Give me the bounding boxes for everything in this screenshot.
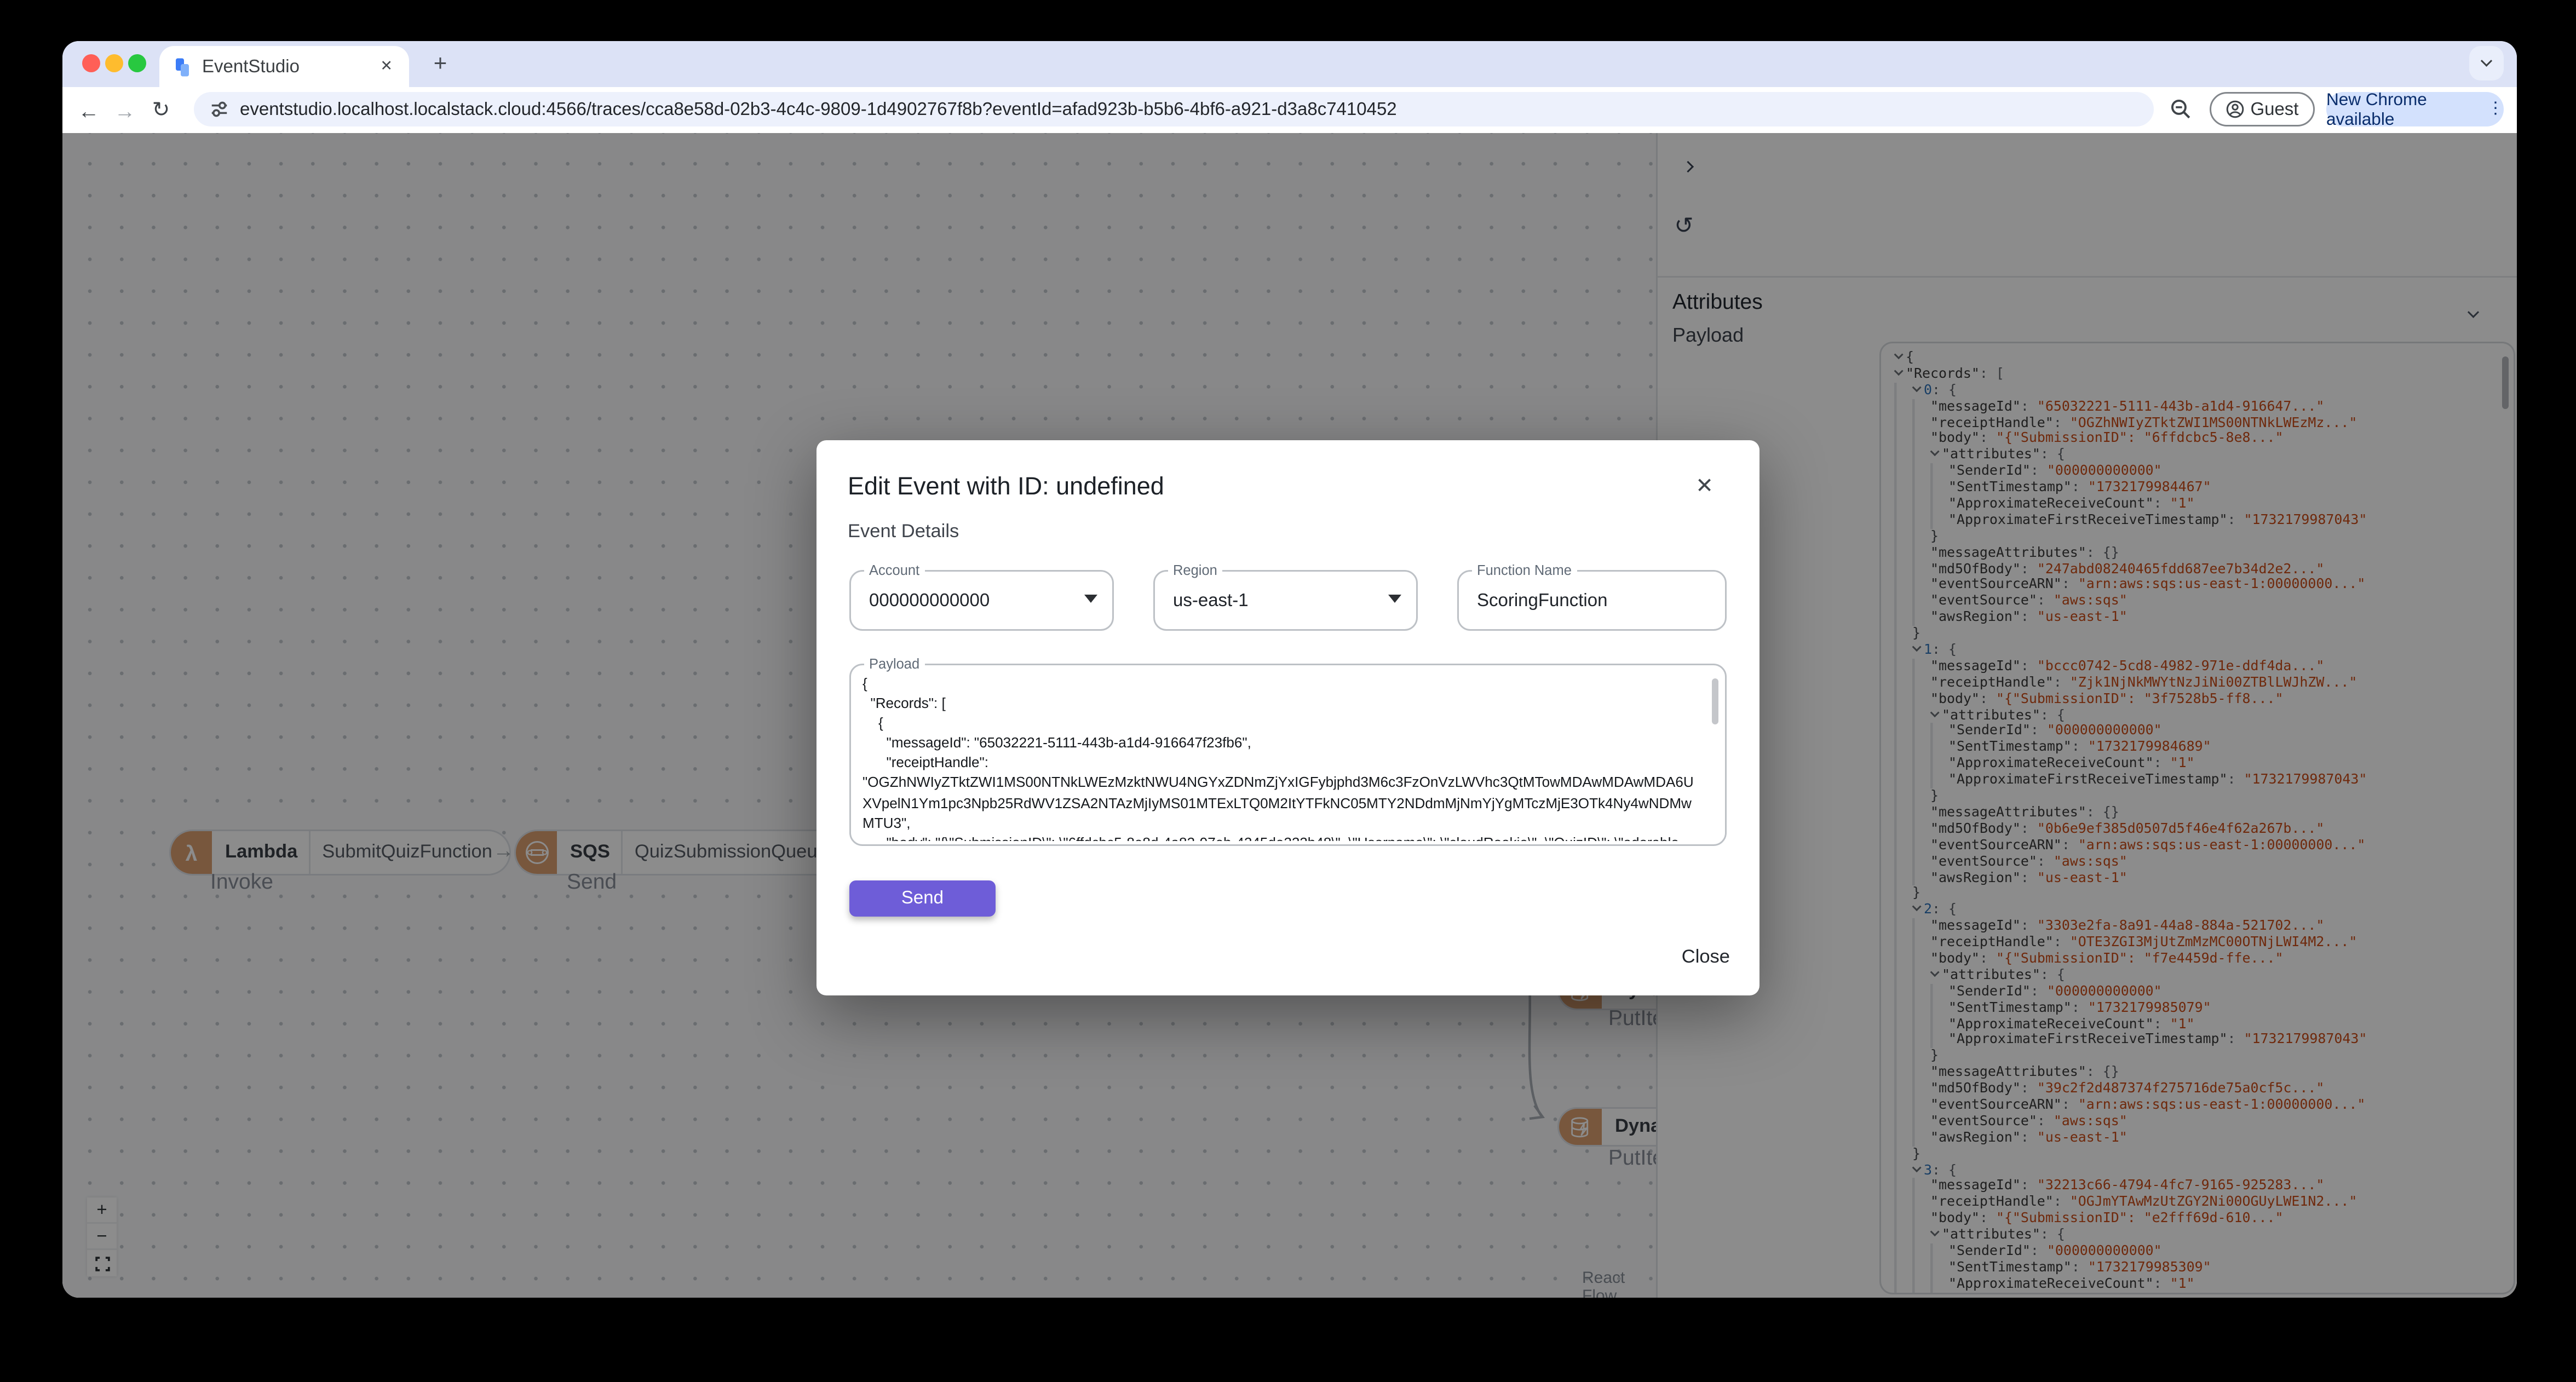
- modal-subtitle: Event Details: [848, 522, 959, 542]
- window-zoom-button[interactable]: [128, 54, 146, 72]
- region-value: us-east-1: [1173, 590, 1249, 611]
- account-value: 000000000000: [869, 590, 990, 611]
- eventstudio-favicon: [176, 57, 189, 76]
- account-select[interactable]: Account 000000000000: [849, 563, 1114, 631]
- payload-text[interactable]: { "Records": [ { "messageId": "65032221-…: [863, 673, 1702, 841]
- edit-event-modal: Edit Event with ID: undefined ✕ Event De…: [817, 440, 1760, 995]
- tab-eventstudio[interactable]: EventStudio ✕: [159, 46, 409, 87]
- kebab-menu-icon[interactable]: ⋮: [2487, 100, 2504, 118]
- scrollbar-thumb[interactable]: [1712, 678, 1718, 724]
- screenshot-stage: EventStudio ✕ + ← → ↻ eventstudio.localh…: [0, 0, 2576, 1381]
- dropdown-arrow-icon: [1388, 595, 1401, 603]
- chrome-update-button[interactable]: New Chrome available ⋮: [2326, 89, 2504, 129]
- function-name-field[interactable]: Function Name ScoringFunction: [1457, 563, 1727, 631]
- modal-title: Edit Event with ID: undefined: [848, 473, 1164, 501]
- zoom-out-icon[interactable]: [2170, 99, 2192, 120]
- tab-title: EventStudio: [202, 56, 300, 77]
- tab-strip: EventStudio ✕ +: [62, 41, 2517, 87]
- back-button[interactable]: ←: [71, 98, 107, 123]
- tab-close-icon[interactable]: ✕: [377, 54, 396, 79]
- chevron-down-icon: [2480, 55, 2493, 67]
- page-content: λ Lambda SubmitQuizFunction → SQS QuizSu…: [62, 133, 2517, 1298]
- browser-window: EventStudio ✕ + ← → ↻ eventstudio.localh…: [62, 41, 2517, 1298]
- chrome-update-label: New Chrome available: [2326, 89, 2427, 129]
- new-tab-button[interactable]: +: [427, 50, 453, 77]
- guest-label: Guest: [2250, 99, 2299, 119]
- send-button[interactable]: Send: [849, 880, 996, 917]
- reload-button[interactable]: ↻: [143, 97, 179, 123]
- payload-textarea[interactable]: Payload { "Records": [ { "messageId": "6…: [849, 657, 1727, 846]
- dropdown-arrow-icon: [1084, 595, 1097, 603]
- modal-close-icon[interactable]: ✕: [1695, 473, 1714, 499]
- site-info-icon[interactable]: [210, 100, 228, 118]
- payload-field-label: Payload: [864, 657, 925, 672]
- tab-search-button[interactable]: [2469, 46, 2504, 80]
- guest-profile-button[interactable]: Guest: [2210, 92, 2315, 126]
- browser-toolbar: ← → ↻ eventstudio.localhost.localstack.c…: [62, 87, 2517, 133]
- window-close-button[interactable]: [82, 54, 100, 72]
- forward-button[interactable]: →: [107, 98, 143, 123]
- avatar-icon: [2226, 100, 2244, 118]
- function-name-value: ScoringFunction: [1477, 590, 1608, 611]
- close-button[interactable]: Close: [1682, 948, 1730, 968]
- window-minimize-button[interactable]: [105, 54, 123, 72]
- address-bar[interactable]: eventstudio.localhost.localstack.cloud:4…: [194, 92, 2154, 126]
- url-text: eventstudio.localhost.localstack.cloud:4…: [240, 99, 1397, 119]
- region-select[interactable]: Region us-east-1: [1153, 563, 1418, 631]
